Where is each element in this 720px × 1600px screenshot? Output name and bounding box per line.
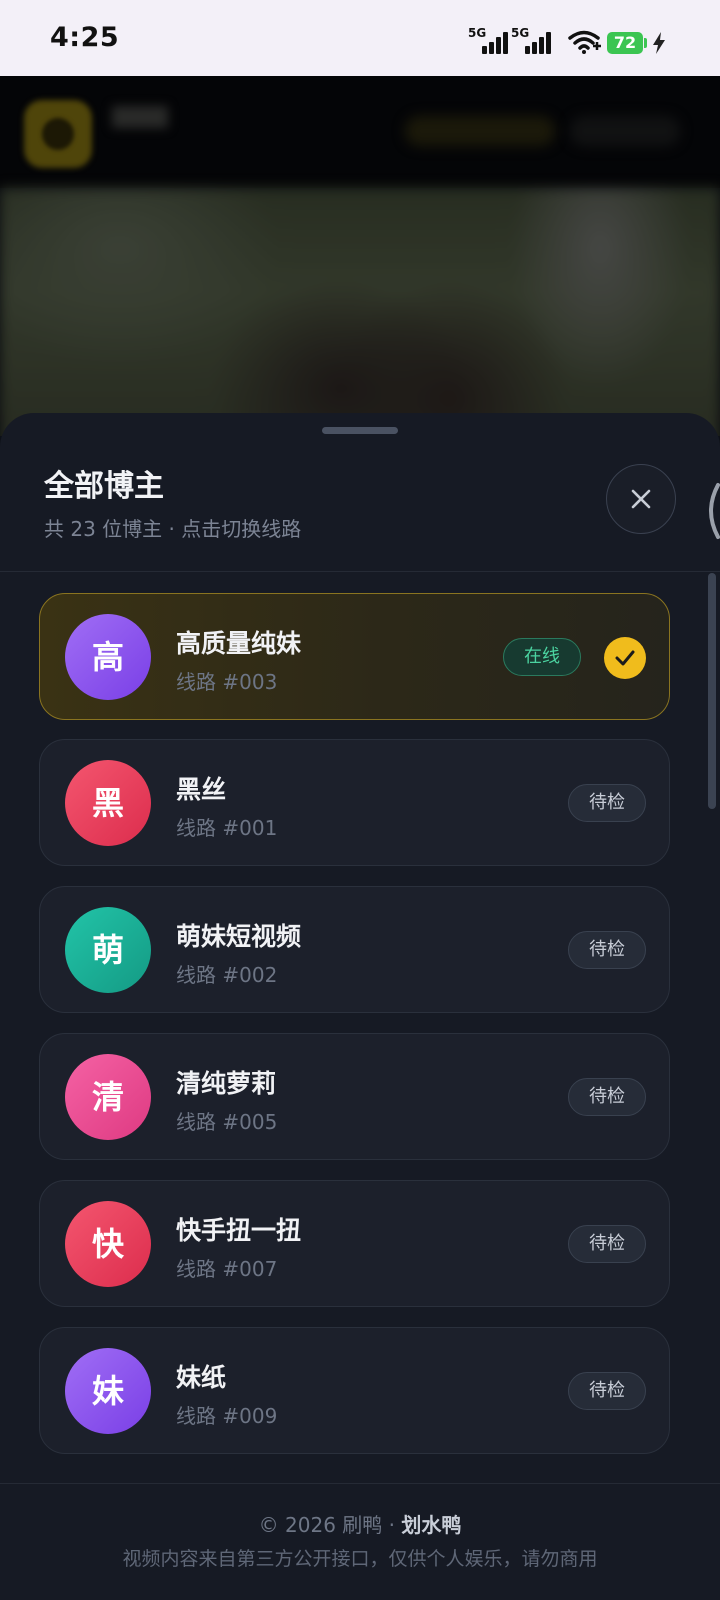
avatar: 黑 — [65, 760, 151, 846]
creator-route: 线路 #003 — [176, 670, 278, 694]
creator-name: 黑丝 — [176, 775, 227, 804]
avatar: 高 — [65, 614, 151, 700]
wifi-icon — [568, 30, 602, 58]
status-badge: 待检 — [568, 931, 646, 969]
status-badge: 待检 — [568, 1372, 646, 1410]
charging-bolt-icon — [652, 32, 666, 58]
status-bar: 4:25 5G 5G 72 — [0, 0, 720, 76]
creator-card[interactable]: 妹 妹纸 线路 #009 待检 — [39, 1327, 670, 1454]
sheet-subtitle: 共 23 位博主 · 点击切换线路 — [44, 517, 302, 541]
avatar: 妹 — [65, 1348, 151, 1434]
check-icon — [604, 637, 646, 679]
creator-name: 妹纸 — [176, 1363, 227, 1392]
creator-route: 线路 #005 — [176, 1110, 278, 1134]
avatar: 萌 — [65, 907, 151, 993]
creator-list-sheet: 全部博主 共 23 位博主 · 点击切换线路 高 高质量纯妹 线路 #003 在… — [0, 413, 720, 1600]
status-badge: 待检 — [568, 784, 646, 822]
scrollbar[interactable] — [708, 573, 716, 809]
battery-icon: 72 — [607, 32, 643, 54]
creator-card[interactable]: 黑 黑丝 线路 #001 待检 — [39, 739, 670, 866]
creator-route: 线路 #001 — [176, 816, 278, 840]
avatar: 快 — [65, 1201, 151, 1287]
creator-name: 快手扭一扭 — [176, 1216, 302, 1245]
creator-route: 线路 #009 — [176, 1404, 278, 1428]
close-icon — [631, 489, 651, 509]
creator-name: 高质量纯妹 — [176, 629, 302, 658]
avatar: 清 — [65, 1054, 151, 1140]
background-app — [0, 76, 720, 436]
footer-disclaimer: 视频内容来自第三方公开接口，仅供个人娱乐，请勿商用 — [122, 1548, 598, 1570]
creator-card[interactable]: 萌 萌妹短视频 线路 #002 待检 — [39, 886, 670, 1013]
status-badge: 待检 — [568, 1078, 646, 1116]
status-badge: 待检 — [568, 1225, 646, 1263]
creator-name: 清纯萝莉 — [176, 1069, 277, 1098]
creator-card[interactable]: 高 高质量纯妹 线路 #003 在线 — [39, 593, 670, 720]
creator-route: 线路 #007 — [176, 1257, 278, 1281]
creator-card[interactable]: 快 快手扭一扭 线路 #007 待检 — [39, 1180, 670, 1307]
edge-gesture-indicator — [709, 483, 720, 539]
scrim[interactable] — [0, 76, 720, 436]
divider — [0, 571, 720, 572]
battery-cap — [644, 38, 647, 48]
creator-name: 萌妹短视频 — [176, 922, 302, 951]
status-badge: 在线 — [503, 638, 581, 676]
creator-route: 线路 #002 — [176, 963, 278, 987]
close-button[interactable] — [606, 464, 676, 534]
brand-name: 划水鸭 — [401, 1513, 462, 1537]
drag-handle[interactable] — [322, 427, 398, 434]
sheet-title: 全部博主 — [44, 469, 164, 504]
creator-card[interactable]: 清 清纯萝莉 线路 #005 待检 — [39, 1033, 670, 1160]
footer: © 2026 刷鸭 · 划水鸭 视频内容来自第三方公开接口，仅供个人娱乐，请勿商… — [0, 1484, 720, 1600]
status-time: 4:25 — [50, 22, 120, 53]
footer-copyright: © 2026 刷鸭 · 划水鸭 — [0, 1509, 720, 1538]
copyright-text: © 2026 刷鸭 · — [258, 1513, 402, 1537]
